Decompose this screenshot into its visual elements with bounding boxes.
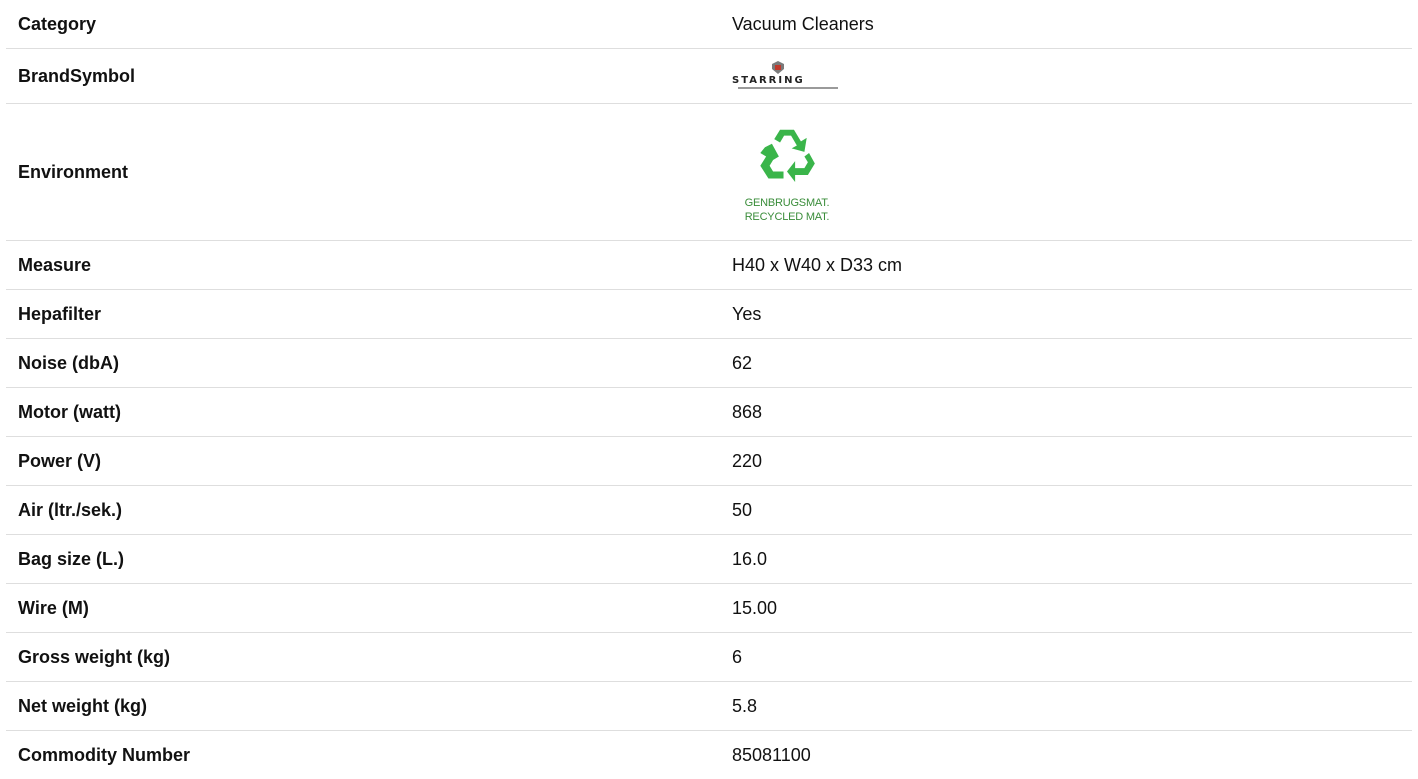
recycle-icon xyxy=(758,124,816,182)
brand-logo: STARRING xyxy=(732,61,842,95)
brand-logo-cell: STARRING xyxy=(720,49,1412,104)
table-row: Category Vacuum Cleaners xyxy=(6,0,1412,49)
table-row: BrandSymbol STARRING xyxy=(6,49,1412,104)
spec-label: Motor (watt) xyxy=(6,388,720,437)
spec-value: 62 xyxy=(720,339,1412,388)
environment-text-line: GENBRUGSMAT. xyxy=(732,196,842,210)
table-row: Commodity Number 85081100 xyxy=(6,731,1412,779)
table-row: Wire (M) 15.00 xyxy=(6,584,1412,633)
table-row: Hepafilter Yes xyxy=(6,290,1412,339)
spec-label: Measure xyxy=(6,241,720,290)
brand-crest-icon xyxy=(770,61,786,75)
spec-value: 5.8 xyxy=(720,682,1412,731)
brand-tagline-line xyxy=(738,87,838,89)
product-specs-table: Category Vacuum Cleaners BrandSymbol STA… xyxy=(6,0,1412,779)
environment-logo-cell: GENBRUGSMAT. RECYCLED MAT. xyxy=(720,104,1412,241)
table-row: Motor (watt) 868 xyxy=(6,388,1412,437)
spec-value: H40 x W40 x D33 cm xyxy=(720,241,1412,290)
spec-label: Environment xyxy=(6,104,720,241)
spec-value: 220 xyxy=(720,437,1412,486)
recycled-material-logo: GENBRUGSMAT. RECYCLED MAT. xyxy=(732,124,842,224)
table-row: Gross weight (kg) 6 xyxy=(6,633,1412,682)
environment-text-line: RECYCLED MAT. xyxy=(732,210,842,224)
spec-label: Net weight (kg) xyxy=(6,682,720,731)
spec-value: Vacuum Cleaners xyxy=(720,0,1412,49)
spec-label: Wire (M) xyxy=(6,584,720,633)
spec-value: 50 xyxy=(720,486,1412,535)
spec-label: Commodity Number xyxy=(6,731,720,779)
table-row: Noise (dbA) 62 xyxy=(6,339,1412,388)
table-row: Measure H40 x W40 x D33 cm xyxy=(6,241,1412,290)
spec-label: Bag size (L.) xyxy=(6,535,720,584)
table-row: Net weight (kg) 5.8 xyxy=(6,682,1412,731)
spec-value: 868 xyxy=(720,388,1412,437)
table-row: Air (ltr./sek.) 50 xyxy=(6,486,1412,535)
spec-label: BrandSymbol xyxy=(6,49,720,104)
spec-label: Noise (dbA) xyxy=(6,339,720,388)
spec-value: 85081100 xyxy=(720,731,1412,779)
table-row: Environment GENBRUGSMAT. R xyxy=(6,104,1412,241)
spec-label: Category xyxy=(6,0,720,49)
brand-wordmark: STARRING xyxy=(732,76,842,86)
spec-label: Air (ltr./sek.) xyxy=(6,486,720,535)
table-row: Power (V) 220 xyxy=(6,437,1412,486)
spec-value: 16.0 xyxy=(720,535,1412,584)
table-row: Bag size (L.) 16.0 xyxy=(6,535,1412,584)
spec-value: 6 xyxy=(720,633,1412,682)
spec-label: Power (V) xyxy=(6,437,720,486)
spec-label: Hepafilter xyxy=(6,290,720,339)
spec-value: Yes xyxy=(720,290,1412,339)
spec-label: Gross weight (kg) xyxy=(6,633,720,682)
spec-value: 15.00 xyxy=(720,584,1412,633)
